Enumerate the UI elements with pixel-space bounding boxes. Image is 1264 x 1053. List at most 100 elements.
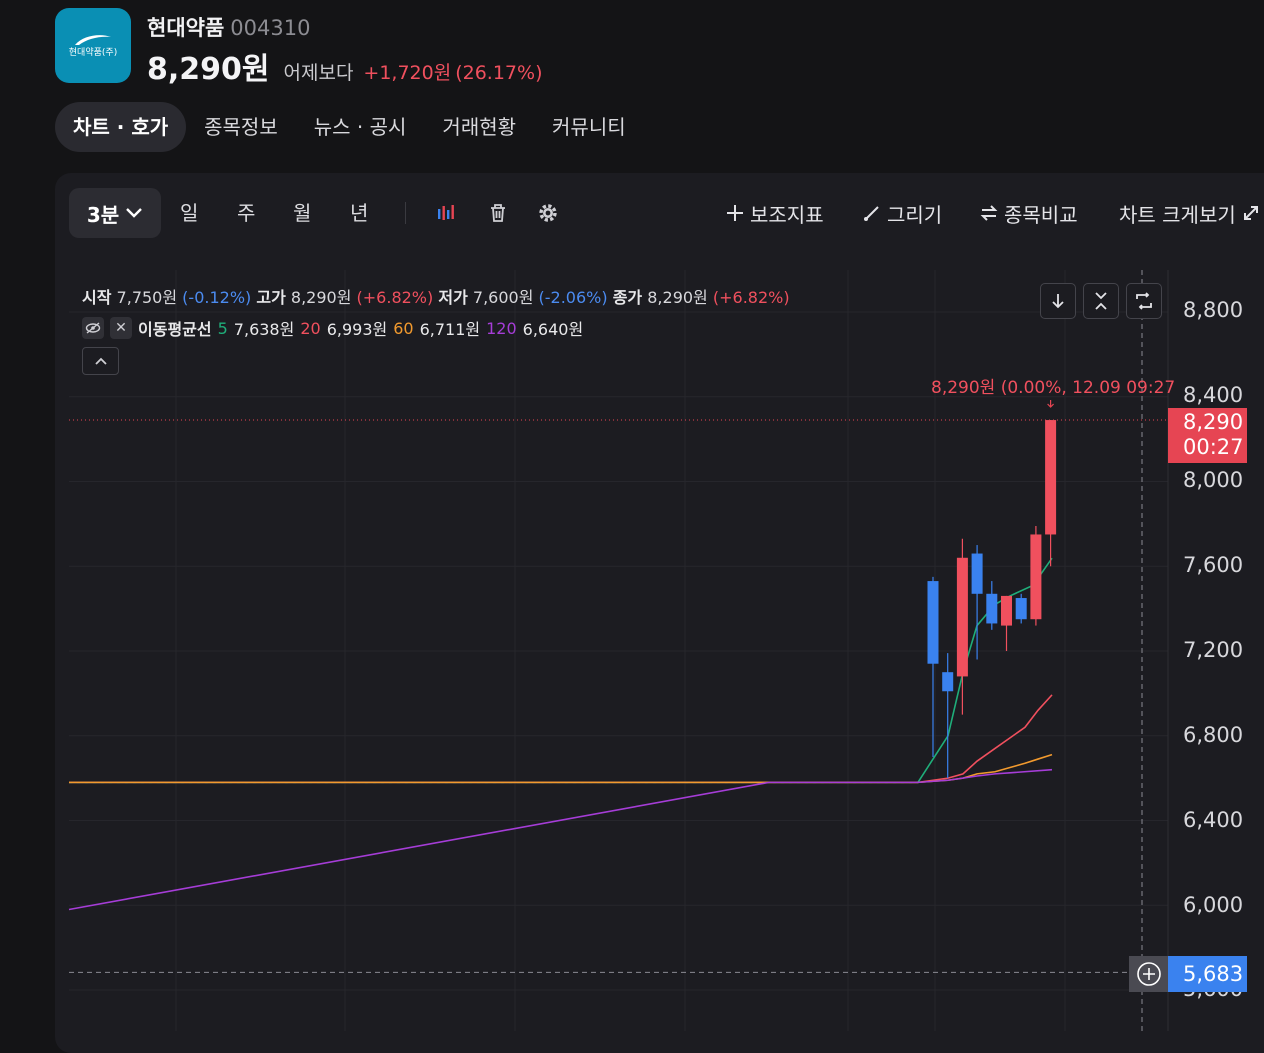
open-pct: (-0.12%) [182, 288, 252, 307]
high-label: 고가 [256, 288, 286, 307]
timeframe-select[interactable]: 3분 [69, 188, 161, 238]
stock-name: 현대약품 [147, 16, 225, 40]
arrow-down-icon [1052, 294, 1064, 309]
current-price-tag-value: 8,290 [1183, 410, 1244, 434]
price-change: +1,720원 [363, 62, 452, 84]
stock-code: 004310 [230, 16, 311, 40]
y-tick-label: 8,400 [1183, 383, 1244, 407]
y-tick-label: 8,800 [1183, 298, 1244, 322]
gear-icon[interactable] [536, 201, 560, 225]
tab-stock-info[interactable]: 종목정보 [186, 102, 296, 152]
ma20-period: 20 [300, 318, 321, 338]
candle-body [1030, 534, 1042, 620]
draw-button[interactable]: 그리기 [863, 188, 942, 238]
ma-label: 이동평균선 [138, 320, 212, 339]
plus-circle-icon [1136, 962, 1161, 986]
candle-countdown: 00:27 [1183, 435, 1244, 459]
high-value: 8,290원 [290, 288, 352, 307]
close-icon[interactable]: ✕ [110, 317, 132, 339]
y-tick-label: 6,400 [1183, 808, 1244, 832]
close-value: 8,290원 [647, 288, 708, 307]
ma5-value: 7,638원 [233, 320, 295, 339]
low-value: 7,600원 [472, 288, 534, 307]
logo-text: 현대약품(주) [68, 48, 118, 58]
tab-community[interactable]: 커뮤니티 [534, 102, 644, 152]
last-price-arrow [1047, 400, 1055, 408]
ma5-period: 5 [217, 318, 228, 338]
ma120-value: 6,640원 [522, 320, 584, 339]
timeframe-week[interactable]: 주 [237, 188, 255, 238]
ma20-value: 6,993원 [326, 320, 388, 339]
scroll-latest-button[interactable] [1040, 283, 1076, 319]
tab-chart-quote[interactable]: 차트 · 호가 [55, 102, 187, 152]
candle-body [1045, 420, 1057, 535]
y-tick-label: 7,600 [1183, 553, 1244, 577]
tab-trading[interactable]: 거래현황 [424, 102, 534, 152]
close-pct: (+6.82%) [712, 288, 790, 307]
timeframe-day[interactable]: 일 [180, 188, 198, 238]
reset-chart-button[interactable] [1126, 283, 1162, 319]
expand-icon [1243, 206, 1258, 220]
company-logo: 현대약품(주) [55, 8, 131, 83]
ma-line-120 [68, 768, 1053, 911]
high-pct: (+6.82%) [356, 288, 434, 307]
logo-swoosh-icon [75, 35, 111, 45]
last-price-annotation: 8,290원 (0.00%, 12.09 09:27 [931, 378, 1176, 398]
ma60-period: 60 [393, 318, 414, 338]
current-price: 8,290원 [147, 52, 270, 87]
ma-info: ✕ 이동평균선 5 7,638원 20 6,993원 60 6,711원 120… [82, 316, 583, 340]
plus-icon [727, 205, 743, 221]
vs-yesterday-label: 어제보다 [283, 62, 354, 84]
swap-icon [980, 205, 998, 221]
indicator-label: 보조지표 [750, 202, 824, 227]
stock-title: 현대약품 004310 [147, 12, 310, 42]
hide-eye-icon[interactable] [82, 317, 104, 339]
chart-type-icon[interactable] [435, 201, 459, 225]
y-tick-label: 8,000 [1183, 468, 1244, 492]
tab-news[interactable]: 뉴스 · 공시 [296, 102, 425, 152]
chevron-down-icon [126, 208, 143, 218]
draw-label: 그리기 [887, 202, 943, 227]
price-row: 8,290원 어제보다 +1,720원 (26.17%) [147, 44, 543, 88]
chart-toolbar: 3분 일 주 월 년 보조지표 그리기 종목비교 차트 크게보기 [55, 188, 1264, 238]
fullscreen-button[interactable]: 차트 크게보기 [1119, 188, 1260, 238]
main-tabs: 차트 · 호가 종목정보 뉴스 · 공시 거래현황 커뮤니티 [55, 102, 644, 152]
indicator-button[interactable]: 보조지표 [726, 188, 824, 238]
refresh-frame-icon [1136, 292, 1152, 310]
open-value: 7,750원 [116, 288, 178, 307]
fit-vertical-button[interactable] [1083, 283, 1119, 319]
y-tick-label: 6,000 [1183, 893, 1244, 917]
open-label: 시작 [82, 288, 112, 307]
ma60-value: 6,711원 [419, 320, 481, 339]
pencil-icon [864, 206, 879, 221]
ma-line-5 [69, 557, 1053, 784]
candle-body [927, 581, 939, 664]
ma-line-60 [69, 753, 1053, 784]
compare-button[interactable]: 종목비교 [980, 188, 1078, 238]
candle-body [1001, 595, 1012, 626]
close-label: 종가 [612, 288, 643, 307]
toolbar-divider [405, 202, 406, 224]
low-pct: (-2.06%) [538, 288, 608, 307]
ma-line-20 [69, 694, 1053, 784]
price-change-pct: (26.17%) [455, 62, 543, 84]
candle-body [956, 557, 968, 677]
trash-icon[interactable] [486, 201, 510, 225]
current-price-tag: 8,290 00:27 [1168, 408, 1247, 463]
timeframe-year[interactable]: 년 [350, 188, 368, 238]
low-label: 저가 [438, 288, 468, 307]
ohlc-info: 시작 7,750원 (-0.12%) 고가 8,290원 (+6.82%) 저가… [82, 284, 790, 308]
add-alert-button[interactable] [1129, 956, 1168, 992]
collapse-legend-button[interactable] [82, 347, 119, 375]
fullscreen-label: 차트 크게보기 [1119, 202, 1236, 227]
candle-body [1015, 598, 1027, 620]
timeframe-month[interactable]: 월 [293, 188, 311, 238]
crosshair-price-tag: 5,683 [1168, 956, 1247, 992]
candle-body [942, 672, 954, 692]
chevron-up-icon [94, 357, 107, 365]
candle-body [971, 553, 983, 594]
y-tick-label: 7,200 [1183, 638, 1244, 662]
timeframe-selected: 3분 [86, 202, 120, 227]
ma120-period: 120 [486, 318, 517, 338]
y-tick-label: 6,800 [1183, 723, 1244, 747]
